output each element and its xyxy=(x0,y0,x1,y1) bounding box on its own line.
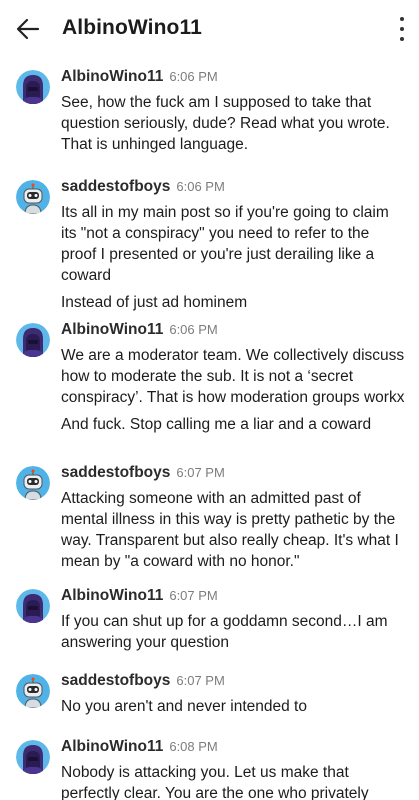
hooded-avatar-icon[interactable] xyxy=(16,589,50,623)
message-timestamp: 6:07 PM xyxy=(176,465,225,480)
hooded-avatar-icon[interactable] xyxy=(16,323,50,357)
message-timestamp: 6:08 PM xyxy=(169,739,218,754)
message-text: Instead of just ad hominem xyxy=(61,294,248,311)
robot-avatar-icon[interactable] xyxy=(16,674,50,708)
message-text: See, how the fuck am I supposed to take … xyxy=(61,94,390,153)
message-timestamp: 6:06 PM xyxy=(169,322,218,337)
message-meta: AlbinoWino11 6:06 PM xyxy=(61,66,405,88)
chat-header: AlbinoWino11 xyxy=(0,0,419,58)
message-author[interactable]: AlbinoWino11 xyxy=(61,66,163,88)
robot-avatar-icon[interactable] xyxy=(16,180,50,214)
message-timestamp: 6:06 PM xyxy=(169,69,218,84)
message-author[interactable]: saddestofboys xyxy=(61,462,170,484)
message-text: If you can shut up for a goddamn second…… xyxy=(61,613,388,651)
more-vertical-icon xyxy=(400,17,404,21)
message-author[interactable]: AlbinoWino11 xyxy=(61,319,163,341)
message-author[interactable]: AlbinoWino11 xyxy=(61,585,163,607)
chat-title: AlbinoWino11 xyxy=(62,16,202,39)
message-text: No you aren't and never intended to xyxy=(61,698,307,715)
message-timestamp: 6:07 PM xyxy=(169,588,218,603)
message-item[interactable]: AlbinoWino11 6:08 PM Nobody is attacking y… xyxy=(0,736,419,800)
message-item[interactable]: saddestofboys 6:07 PM No you aren't and ne… xyxy=(0,670,419,717)
message-meta: AlbinoWino11 6:07 PM xyxy=(61,585,405,607)
message-text: Its all in my main post so if you're goi… xyxy=(61,204,389,284)
message-text: Attacking someone with an admitted past … xyxy=(61,490,399,570)
message-author[interactable]: saddestofboys xyxy=(61,670,170,692)
message-timestamp: 6:06 PM xyxy=(176,179,225,194)
message-item[interactable]: AlbinoWino11 6:06 PM We are a moderator te… xyxy=(0,319,419,435)
message-meta: AlbinoWino11 6:06 PM xyxy=(61,319,405,341)
arrow-left-icon xyxy=(16,18,40,40)
message-timestamp: 6:07 PM xyxy=(176,673,225,688)
message-author[interactable]: AlbinoWino11 xyxy=(61,736,163,758)
more-options-button[interactable] xyxy=(395,17,409,41)
message-meta: saddestofboys 6:07 PM xyxy=(61,462,405,484)
back-button[interactable] xyxy=(14,15,42,43)
message-item[interactable]: AlbinoWino11 6:06 PM See, how the fuck am … xyxy=(0,66,419,155)
message-text: And fuck. Stop calling me a liar and a c… xyxy=(61,416,372,433)
hooded-avatar-icon[interactable] xyxy=(16,70,50,104)
message-meta: saddestofboys 6:07 PM xyxy=(61,670,405,692)
message-text: Nobody is attacking you. Let us make tha… xyxy=(61,764,369,800)
message-meta: saddestofboys 6:06 PM xyxy=(61,176,405,198)
message-text: We are a moderator team. We collectively… xyxy=(61,347,405,406)
message-item[interactable]: AlbinoWino11 6:07 PM If you can shut up fo… xyxy=(0,585,419,653)
hooded-avatar-icon[interactable] xyxy=(16,740,50,774)
message-author[interactable]: saddestofboys xyxy=(61,176,170,198)
message-item[interactable]: saddestofboys 6:06 PM Its all in my main p… xyxy=(0,176,419,313)
robot-avatar-icon[interactable] xyxy=(16,466,50,500)
message-meta: AlbinoWino11 6:08 PM xyxy=(61,736,405,758)
message-item[interactable]: saddestofboys 6:07 PM Attacking someone wi… xyxy=(0,462,419,572)
